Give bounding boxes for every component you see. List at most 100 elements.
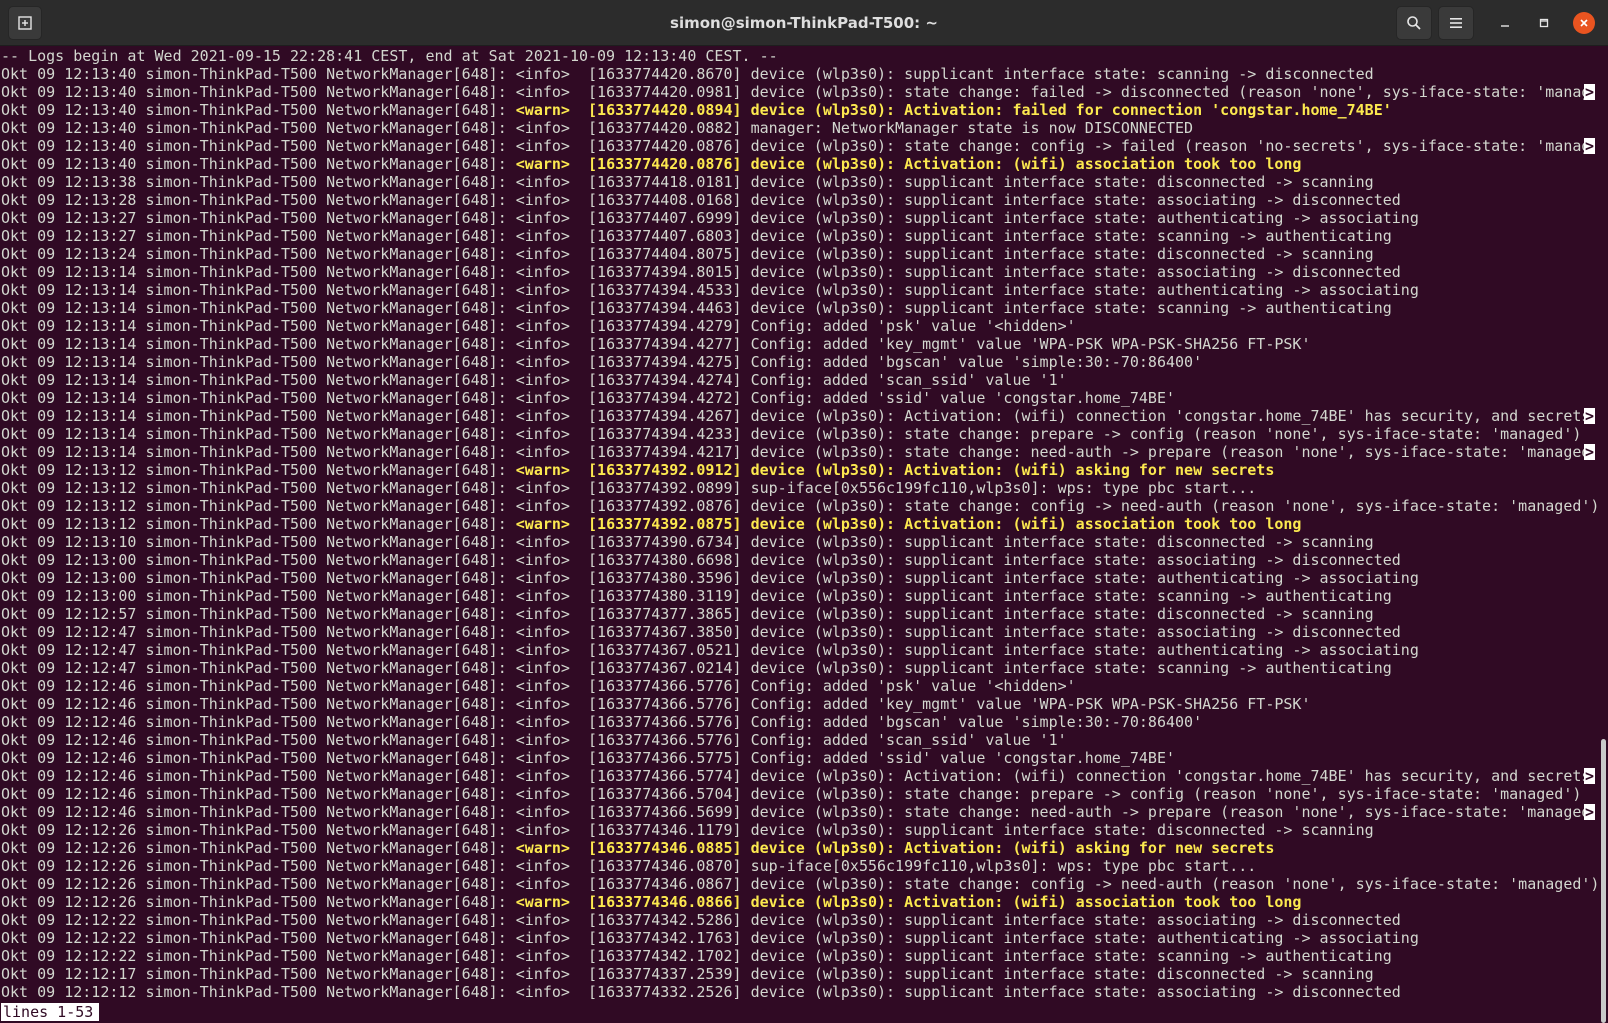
search-button[interactable] xyxy=(1396,6,1432,40)
log-level: <info> xyxy=(515,371,570,389)
log-level: <info> xyxy=(515,641,570,659)
log-prefix: Okt 09 12:12:46 simon-ThinkPad-T500 Netw… xyxy=(1,731,516,749)
minimize-button[interactable] xyxy=(1491,9,1519,37)
log-lines: Okt 09 12:13:40 simon-ThinkPad-T500 Netw… xyxy=(0,65,1598,1001)
log-prefix: Okt 09 12:12:26 simon-ThinkPad-T500 Netw… xyxy=(1,857,516,875)
log-level: <info> xyxy=(515,209,570,227)
log-prefix: Okt 09 12:12:46 simon-ThinkPad-T500 Netw… xyxy=(1,677,516,695)
log-prefix: Okt 09 12:13:27 simon-ThinkPad-T500 Netw… xyxy=(1,209,516,227)
log-line: Okt 09 12:12:46 simon-ThinkPad-T500 Netw… xyxy=(0,749,1598,767)
log-header: -- Logs begin at Wed 2021-09-15 22:28:41… xyxy=(1,47,778,65)
log-prefix: Okt 09 12:13:14 simon-ThinkPad-T500 Netw… xyxy=(1,353,516,371)
log-prefix: Okt 09 12:13:40 simon-ThinkPad-T500 Netw… xyxy=(1,65,516,83)
log-prefix: Okt 09 12:13:00 simon-ThinkPad-T500 Netw… xyxy=(1,551,516,569)
log-line-warn: Okt 09 12:13:12 simon-ThinkPad-T500 Netw… xyxy=(0,515,1598,533)
log-line: Okt 09 12:13:14 simon-ThinkPad-T500 Netw… xyxy=(0,407,1598,425)
scrollbar[interactable] xyxy=(1598,47,1608,1023)
log-line: Okt 09 12:12:26 simon-ThinkPad-T500 Netw… xyxy=(0,821,1598,839)
log-level: <info> xyxy=(515,587,570,605)
log-line: Okt 09 12:12:46 simon-ThinkPad-T500 Netw… xyxy=(0,767,1598,785)
log-prefix: Okt 09 12:12:22 simon-ThinkPad-T500 Netw… xyxy=(1,947,516,965)
truncation-marker: > xyxy=(1583,443,1595,461)
log-line: Okt 09 12:13:14 simon-ThinkPad-T500 Netw… xyxy=(0,389,1598,407)
log-prefix: Okt 09 12:13:14 simon-ThinkPad-T500 Netw… xyxy=(1,335,516,353)
terminal-window: simon@simon-ThinkPad-T500: ~ -- Logs beg… xyxy=(0,0,1608,1023)
log-level: <info> xyxy=(515,83,570,101)
log-message: [1633774367.0214] device (wlp3s0): suppl… xyxy=(588,659,1392,677)
window-title: simon@simon-ThinkPad-T500: ~ xyxy=(670,14,938,32)
log-prefix: Okt 09 12:12:47 simon-ThinkPad-T500 Netw… xyxy=(1,659,516,677)
log-message: [1633774380.3119] device (wlp3s0): suppl… xyxy=(588,587,1392,605)
log-line: Okt 09 12:13:40 simon-ThinkPad-T500 Netw… xyxy=(0,65,1598,83)
log-line: Okt 09 12:13:12 simon-ThinkPad-T500 Netw… xyxy=(0,497,1598,515)
log-level: <info> xyxy=(515,533,570,551)
log-level: <info> xyxy=(515,767,570,785)
title-bar[interactable]: simon@simon-ThinkPad-T500: ~ xyxy=(0,0,1608,46)
log-message: [1633774367.3850] device (wlp3s0): suppl… xyxy=(588,623,1401,641)
log-prefix: Okt 09 12:12:46 simon-ThinkPad-T500 Netw… xyxy=(1,749,516,767)
log-line: Okt 09 12:12:46 simon-ThinkPad-T500 Netw… xyxy=(0,677,1598,695)
log-line: Okt 09 12:13:14 simon-ThinkPad-T500 Netw… xyxy=(0,353,1598,371)
log-prefix: Okt 09 12:13:14 simon-ThinkPad-T500 Netw… xyxy=(1,407,516,425)
log-level: <info> xyxy=(515,749,570,767)
log-prefix: Okt 09 12:13:14 simon-ThinkPad-T500 Netw… xyxy=(1,371,516,389)
log-message: [1633774332.2526] device (wlp3s0): suppl… xyxy=(588,983,1401,1001)
log-message: [1633774380.6698] device (wlp3s0): suppl… xyxy=(588,551,1401,569)
close-button[interactable] xyxy=(1570,9,1598,37)
maximize-button[interactable] xyxy=(1530,9,1558,37)
truncation-marker: > xyxy=(1583,767,1595,785)
log-prefix: Okt 09 12:12:17 simon-ThinkPad-T500 Netw… xyxy=(1,965,516,983)
log-prefix: Okt 09 12:13:40 simon-ThinkPad-T500 Netw… xyxy=(1,137,516,155)
log-message: [1633774377.3865] device (wlp3s0): suppl… xyxy=(588,605,1374,623)
log-message: [1633774407.6803] device (wlp3s0): suppl… xyxy=(588,227,1392,245)
log-line: Okt 09 12:13:28 simon-ThinkPad-T500 Netw… xyxy=(0,191,1598,209)
log-line: Okt 09 12:13:38 simon-ThinkPad-T500 Netw… xyxy=(0,173,1598,191)
log-line-warn: Okt 09 12:13:12 simon-ThinkPad-T500 Netw… xyxy=(0,461,1598,479)
log-line: Okt 09 12:12:46 simon-ThinkPad-T500 Netw… xyxy=(0,695,1598,713)
log-message: [1633774418.0181] device (wlp3s0): suppl… xyxy=(588,173,1374,191)
log-message: [1633774366.5774] device (wlp3s0): Activ… xyxy=(588,767,1591,785)
log-message: [1633774342.1763] device (wlp3s0): suppl… xyxy=(588,929,1419,947)
scrollbar-thumb[interactable] xyxy=(1601,739,1606,1023)
log-level: <warn> xyxy=(515,515,570,533)
log-level: <info> xyxy=(515,677,570,695)
log-level: <info> xyxy=(515,803,570,821)
log-line: Okt 09 12:13:14 simon-ThinkPad-T500 Netw… xyxy=(0,443,1598,461)
log-message: [1633774346.1179] device (wlp3s0): suppl… xyxy=(588,821,1374,839)
new-tab-icon xyxy=(18,16,32,30)
log-level: <info> xyxy=(515,875,570,893)
log-line: Okt 09 12:13:14 simon-ThinkPad-T500 Netw… xyxy=(0,317,1598,335)
log-prefix: Okt 09 12:13:40 simon-ThinkPad-T500 Netw… xyxy=(1,155,516,173)
log-message: [1633774392.0899] sup-iface[0x556c199fc1… xyxy=(588,479,1257,497)
log-level: <info> xyxy=(515,299,570,317)
log-level: <info> xyxy=(515,137,570,155)
terminal-output[interactable]: -- Logs begin at Wed 2021-09-15 22:28:41… xyxy=(0,47,1598,1023)
log-prefix: Okt 09 12:12:46 simon-ThinkPad-T500 Netw… xyxy=(1,803,516,821)
log-line: Okt 09 12:12:12 simon-ThinkPad-T500 Netw… xyxy=(0,983,1598,1001)
log-line: Okt 09 12:12:47 simon-ThinkPad-T500 Netw… xyxy=(0,623,1598,641)
log-line: Okt 09 12:13:24 simon-ThinkPad-T500 Netw… xyxy=(0,245,1598,263)
log-line: Okt 09 12:12:17 simon-ThinkPad-T500 Netw… xyxy=(0,965,1598,983)
log-prefix: Okt 09 12:13:12 simon-ThinkPad-T500 Netw… xyxy=(1,461,516,479)
log-message: [1633774366.5704] device (wlp3s0): state… xyxy=(588,785,1582,803)
log-message: [1633774420.0876] device (wlp3s0): state… xyxy=(588,137,1591,155)
log-message: [1633774366.5776] Config: added 'scan_ss… xyxy=(588,731,1067,749)
log-level: <info> xyxy=(515,713,570,731)
log-line: Okt 09 12:12:46 simon-ThinkPad-T500 Netw… xyxy=(0,785,1598,803)
log-message: [1633774366.5776] Config: added 'psk' va… xyxy=(588,677,1076,695)
log-line: Okt 09 12:13:00 simon-ThinkPad-T500 Netw… xyxy=(0,587,1598,605)
log-message: [1633774342.1702] device (wlp3s0): suppl… xyxy=(588,947,1392,965)
log-line: Okt 09 12:13:14 simon-ThinkPad-T500 Netw… xyxy=(0,425,1598,443)
log-prefix: Okt 09 12:12:26 simon-ThinkPad-T500 Netw… xyxy=(1,875,516,893)
log-prefix: Okt 09 12:13:27 simon-ThinkPad-T500 Netw… xyxy=(1,227,516,245)
pager-status: lines 1-53 xyxy=(1,1003,100,1021)
log-prefix: Okt 09 12:12:46 simon-ThinkPad-T500 Netw… xyxy=(1,767,516,785)
log-line: Okt 09 12:12:47 simon-ThinkPad-T500 Netw… xyxy=(0,659,1598,677)
log-message: [1633774392.0876] device (wlp3s0): state… xyxy=(588,497,1598,515)
maximize-icon xyxy=(1539,18,1549,28)
log-message: [1633774394.4217] device (wlp3s0): state… xyxy=(588,443,1591,461)
log-level: <info> xyxy=(515,785,570,803)
log-line: Okt 09 12:12:46 simon-ThinkPad-T500 Netw… xyxy=(0,731,1598,749)
new-tab-button[interactable] xyxy=(8,6,42,40)
menu-button[interactable] xyxy=(1438,6,1474,40)
